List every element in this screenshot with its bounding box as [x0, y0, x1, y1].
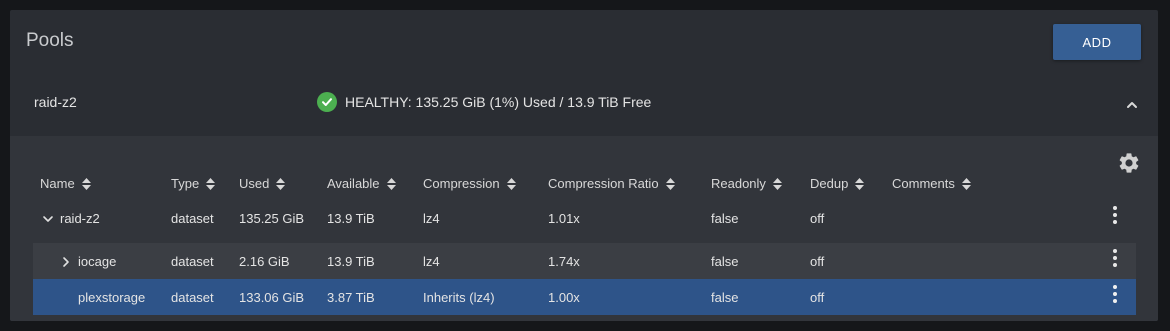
sort-icon	[276, 177, 286, 190]
used-cell: 2.16 GiB	[239, 254, 290, 269]
dataset-name-cell: raid-z2	[42, 211, 100, 226]
column-header-used[interactable]: Used	[239, 176, 286, 191]
type-cell: dataset	[171, 211, 214, 226]
more-vert-icon[interactable]	[1111, 204, 1119, 226]
compression-ratio-cell: 1.00x	[548, 290, 580, 305]
check-circle-icon	[317, 92, 337, 112]
add-pool-button[interactable]: ADD	[1053, 24, 1141, 60]
pools-header: Pools ADD	[10, 10, 1158, 74]
sort-icon	[961, 177, 971, 190]
used-cell: 133.06 GiB	[239, 290, 305, 305]
available-cell: 3.87 TiB	[327, 290, 375, 305]
pool-status: HEALTHY: 135.25 GiB (1%) Used / 13.9 TiB…	[317, 92, 651, 112]
more-vert-icon[interactable]	[1111, 283, 1119, 305]
dedup-cell: off	[810, 290, 825, 305]
dedup-cell: off	[810, 211, 825, 226]
chevron-down-icon[interactable]	[42, 213, 54, 225]
sort-icon	[386, 177, 396, 190]
sort-icon	[506, 177, 516, 190]
column-header-compression[interactable]: Compression	[423, 176, 516, 191]
pool-status-text: HEALTHY: 135.25 GiB (1%) Used / 13.9 TiB…	[345, 94, 652, 110]
sort-icon	[772, 177, 782, 190]
table-row[interactable]: iocage dataset 2.16 GiB 13.9 TiB lz4 1.7…	[33, 243, 1136, 279]
sort-icon	[206, 177, 216, 190]
compression-ratio-cell: 1.01x	[548, 211, 580, 226]
available-cell: 13.9 TiB	[327, 254, 375, 269]
dataset-name-cell: plexstorage	[78, 290, 146, 305]
available-cell: 13.9 TiB	[327, 211, 375, 226]
compression-cell: lz4	[423, 254, 440, 269]
readonly-cell: false	[711, 290, 739, 305]
page-title: Pools	[26, 30, 74, 51]
sort-icon	[81, 177, 91, 190]
gear-icon[interactable]	[1117, 151, 1141, 175]
readonly-cell: false	[711, 254, 739, 269]
pools-card: Pools ADD raid-z2 HEALTHY: 135.25 GiB (1…	[10, 10, 1158, 321]
column-header-name[interactable]: Name	[40, 176, 91, 191]
chevron-right-icon[interactable]	[60, 256, 72, 268]
table-row[interactable]: raid-z2 dataset 135.25 GiB 13.9 TiB lz4 …	[33, 200, 1136, 236]
column-header-dedup[interactable]: Dedup	[810, 176, 865, 191]
type-cell: dataset	[171, 254, 214, 269]
datasets-panel: Name Type Used Available Compression Com…	[10, 136, 1158, 321]
column-header-compression-ratio[interactable]: Compression Ratio	[548, 176, 675, 191]
sort-icon	[665, 177, 675, 190]
more-vert-icon[interactable]	[1111, 247, 1119, 269]
used-cell: 135.25 GiB	[239, 211, 305, 226]
type-cell: dataset	[171, 290, 214, 305]
column-header-readonly[interactable]: Readonly	[711, 176, 782, 191]
column-header-comments[interactable]: Comments	[892, 176, 971, 191]
pool-name: raid-z2	[34, 94, 77, 110]
dataset-name-cell: iocage	[60, 254, 116, 269]
compression-cell: lz4	[423, 211, 440, 226]
pool-summary-row[interactable]: raid-z2 HEALTHY: 135.25 GiB (1%) Used / …	[10, 74, 1158, 136]
compression-ratio-cell: 1.74x	[548, 254, 580, 269]
compression-cell: Inherits (lz4)	[423, 290, 495, 305]
table-row-selected[interactable]: plexstorage dataset 133.06 GiB 3.87 TiB …	[33, 279, 1136, 315]
column-header-available[interactable]: Available	[327, 176, 396, 191]
dedup-cell: off	[810, 254, 825, 269]
column-header-type[interactable]: Type	[171, 176, 216, 191]
chevron-up-icon[interactable]	[1123, 96, 1141, 114]
readonly-cell: false	[711, 211, 739, 226]
sort-icon	[855, 177, 865, 190]
